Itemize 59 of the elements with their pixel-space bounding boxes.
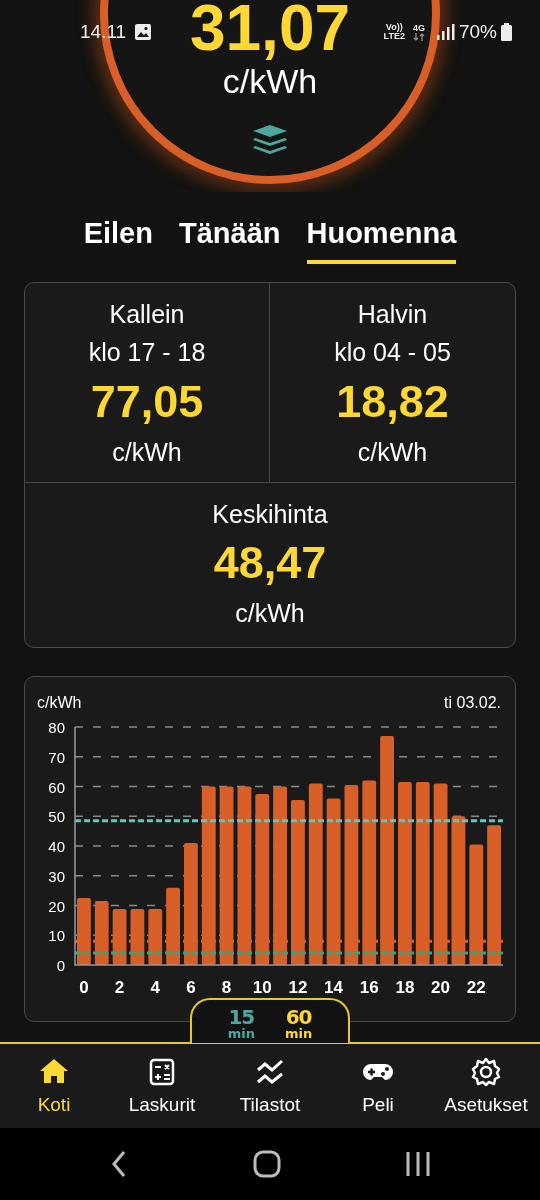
stat-unit: c/kWh bbox=[234, 598, 306, 629]
x-tick-label: 12 bbox=[288, 977, 308, 997]
price-unit: c/kWh bbox=[222, 62, 318, 100]
stat-unit: c/kWh bbox=[111, 436, 183, 468]
x-tick-label: 4 bbox=[150, 977, 160, 997]
stat-title: Keskihinta bbox=[211, 498, 329, 530]
x-tick-label: 10 bbox=[252, 977, 272, 997]
stat-value: 48,47 bbox=[212, 536, 328, 591]
chart-date: ti 03.02. bbox=[444, 692, 501, 713]
stat-time: klo 17 - 18 bbox=[87, 337, 207, 369]
y-tick-label: 40 bbox=[48, 837, 65, 855]
nav-tab[interactable]: Koti bbox=[0, 1044, 108, 1128]
current-price: 31,07 bbox=[189, 0, 351, 60]
recent-apps-icon[interactable] bbox=[404, 1149, 431, 1179]
x-tick-label: 8 bbox=[221, 977, 232, 997]
x-tick-label: 20 bbox=[431, 977, 451, 997]
day-tab[interactable]: Huomenna bbox=[306, 212, 457, 264]
day-tab[interactable]: Tänään bbox=[178, 212, 281, 264]
y-tick-label: 70 bbox=[48, 748, 65, 766]
y-tick-label: 50 bbox=[48, 808, 65, 825]
y-tick-label: 60 bbox=[48, 778, 65, 796]
network-label: 4G bbox=[412, 23, 425, 33]
y-tick-label: 30 bbox=[48, 867, 65, 885]
signal-icon bbox=[436, 24, 455, 40]
settings-icon bbox=[470, 1056, 502, 1088]
layers-icon[interactable] bbox=[252, 124, 288, 156]
x-tick-label: 0 bbox=[79, 977, 89, 997]
interval-option[interactable]: 60 min bbox=[285, 1003, 313, 1043]
battery-icon bbox=[501, 23, 512, 41]
nav-tab[interactable]: Laskurit bbox=[108, 1044, 216, 1128]
x-tick-label: 18 bbox=[395, 977, 415, 997]
axis-unit: c/kWh bbox=[37, 692, 82, 713]
x-tick-label: 2 bbox=[114, 977, 125, 997]
stat-time: klo 04 - 05 bbox=[333, 337, 452, 369]
lte-label: LTE2 bbox=[383, 32, 405, 41]
day-tab[interactable]: Eilen bbox=[83, 212, 153, 264]
y-tick-label: 0 bbox=[56, 956, 65, 974]
nav-tab[interactable]: Tilastot bbox=[216, 1044, 324, 1128]
x-tick-label: 14 bbox=[324, 977, 344, 997]
bar bbox=[77, 897, 91, 965]
x-tick-label: 22 bbox=[466, 977, 486, 997]
stat-title: Kallein bbox=[108, 298, 186, 330]
interval-option[interactable]: 15 min bbox=[227, 1003, 255, 1043]
stat-unit: c/kWh bbox=[356, 436, 429, 468]
nav-tab[interactable]: Asetukset bbox=[432, 1044, 540, 1128]
image-icon bbox=[134, 23, 153, 41]
stat-value: 18,82 bbox=[335, 375, 450, 429]
stat-value: 77,05 bbox=[89, 375, 205, 429]
nav-tab[interactable]: Peli bbox=[324, 1044, 432, 1128]
home-icon[interactable] bbox=[252, 1149, 282, 1179]
stat-title: Halvin bbox=[356, 298, 429, 330]
x-tick-label: 16 bbox=[359, 977, 379, 997]
data-arrows-icon bbox=[412, 32, 425, 41]
volte-label: Vo)) bbox=[385, 23, 403, 32]
x-tick-label: 6 bbox=[186, 977, 196, 997]
y-tick-label: 10 bbox=[48, 927, 65, 944]
y-tick-label: 20 bbox=[48, 897, 65, 915]
y-tick-label: 80 bbox=[48, 718, 65, 736]
battery-percent: 70% bbox=[458, 19, 497, 44]
